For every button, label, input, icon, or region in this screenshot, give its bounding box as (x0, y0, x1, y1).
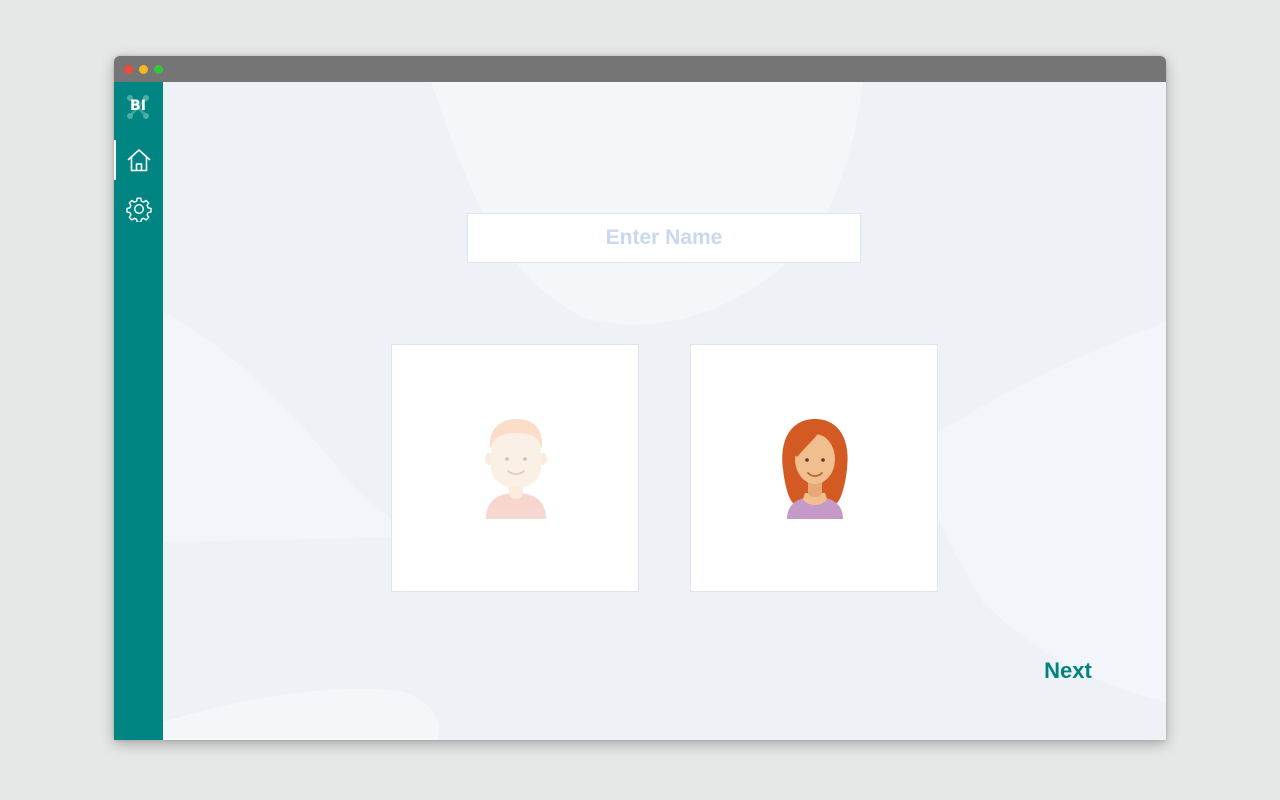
avatar-option-female[interactable] (690, 344, 938, 592)
minimize-window-button[interactable] (139, 65, 148, 74)
title-bar (114, 56, 1166, 82)
app-window: BI Enter Name Next (114, 56, 1166, 740)
home-icon (127, 149, 150, 172)
gear-icon (125, 197, 152, 222)
close-window-button[interactable] (124, 65, 133, 74)
main-content: Next (163, 82, 1166, 740)
female-avatar-icon (782, 419, 848, 519)
sidebar-item-settings[interactable] (114, 189, 163, 229)
male-avatar-icon (485, 419, 547, 519)
background-decoration (163, 82, 1166, 740)
next-button[interactable]: Next (1033, 655, 1103, 687)
maximize-window-button[interactable] (154, 65, 163, 74)
avatar-option-male[interactable] (391, 344, 639, 592)
sidebar-item-home[interactable] (114, 140, 163, 180)
app-logo: BI (125, 94, 151, 120)
name-input[interactable] (467, 213, 861, 263)
sidebar: BI (114, 82, 163, 740)
logo-text: BI (130, 98, 146, 114)
